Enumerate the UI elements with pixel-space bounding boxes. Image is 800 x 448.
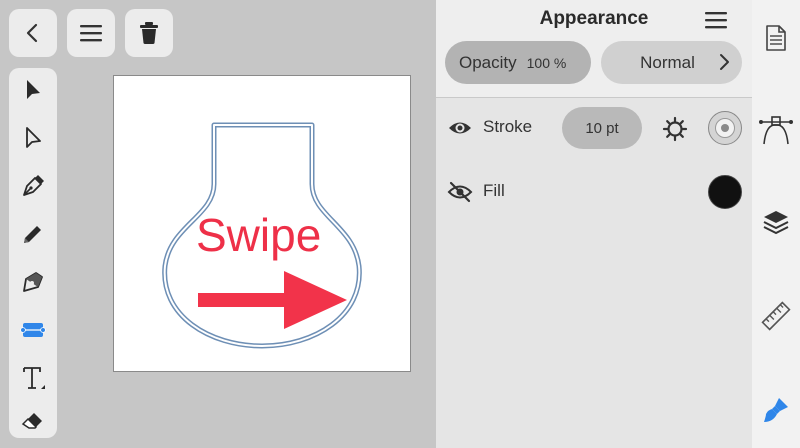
right-sidebar xyxy=(752,0,800,448)
eye-slash-icon[interactable] xyxy=(447,180,473,204)
selection-tool[interactable] xyxy=(9,70,57,110)
stroke-label: Stroke xyxy=(483,117,533,136)
node-tool[interactable] xyxy=(9,262,57,302)
panel-header: Appearance Opacity 100 % Normal xyxy=(436,0,752,98)
bezier-path-icon xyxy=(759,116,793,145)
pen-tool[interactable] xyxy=(9,166,57,206)
trash-icon xyxy=(140,22,158,44)
artboard[interactable]: Swipe xyxy=(113,75,411,372)
delete-button[interactable] xyxy=(125,9,173,57)
gear-icon[interactable] xyxy=(662,116,688,142)
direct-selection-tool[interactable] xyxy=(9,118,57,158)
fill-label: Fill xyxy=(483,181,505,200)
appearance-button[interactable] xyxy=(752,386,800,434)
pencil-icon xyxy=(24,226,41,243)
paintbrush-icon xyxy=(764,398,788,422)
opacity-control[interactable]: Opacity 100 % xyxy=(445,41,591,84)
stroke-width-button[interactable]: 10 pt xyxy=(562,107,642,149)
opacity-label: Opacity xyxy=(459,52,517,72)
chevron-left-icon xyxy=(26,23,38,43)
fill-row: Fill xyxy=(436,167,752,217)
arrow-shape xyxy=(198,271,347,329)
panel-menu-button[interactable] xyxy=(703,9,729,31)
pen-tool-icon xyxy=(23,175,44,196)
artwork-text: Swipe xyxy=(196,209,322,261)
pencil-tool[interactable] xyxy=(9,214,57,254)
stroke-color-swatch[interactable] xyxy=(708,111,742,145)
opacity-value: 100 % xyxy=(526,54,567,71)
selection-arrow-icon xyxy=(27,80,40,99)
ruler-button[interactable] xyxy=(752,292,800,340)
text-tool[interactable] xyxy=(9,358,57,398)
back-button[interactable] xyxy=(9,9,57,57)
shape-tool[interactable] xyxy=(9,310,57,350)
menu-button[interactable] xyxy=(67,9,115,57)
appearance-panel: Appearance Opacity 100 % Normal Stroke 1… xyxy=(436,0,752,448)
hamburger-menu-icon xyxy=(705,12,727,29)
layers-button[interactable] xyxy=(752,198,800,246)
stroke-row: Stroke 10 pt xyxy=(436,103,752,153)
layers-icon xyxy=(763,211,789,235)
canvas-area: Swipe xyxy=(0,0,436,448)
document-icon xyxy=(766,25,786,51)
direct-selection-arrow-icon xyxy=(26,127,41,148)
node-tool-icon xyxy=(23,272,43,292)
eye-icon[interactable] xyxy=(447,116,473,140)
eraser-icon xyxy=(21,413,42,429)
blend-mode-value: Normal xyxy=(640,52,695,72)
chevron-right-icon xyxy=(720,54,729,70)
bezier-path-button[interactable] xyxy=(752,105,800,153)
tool-palette xyxy=(9,68,57,438)
hamburger-menu-icon xyxy=(80,25,102,42)
text-tool-icon xyxy=(23,367,45,389)
document-button[interactable] xyxy=(752,14,800,62)
shape-tool-icon xyxy=(20,323,46,337)
fill-color-swatch[interactable] xyxy=(708,175,742,209)
blend-mode-selector[interactable]: Normal xyxy=(601,41,742,84)
eraser-tool[interactable] xyxy=(9,400,57,440)
ruler-icon xyxy=(761,301,791,331)
